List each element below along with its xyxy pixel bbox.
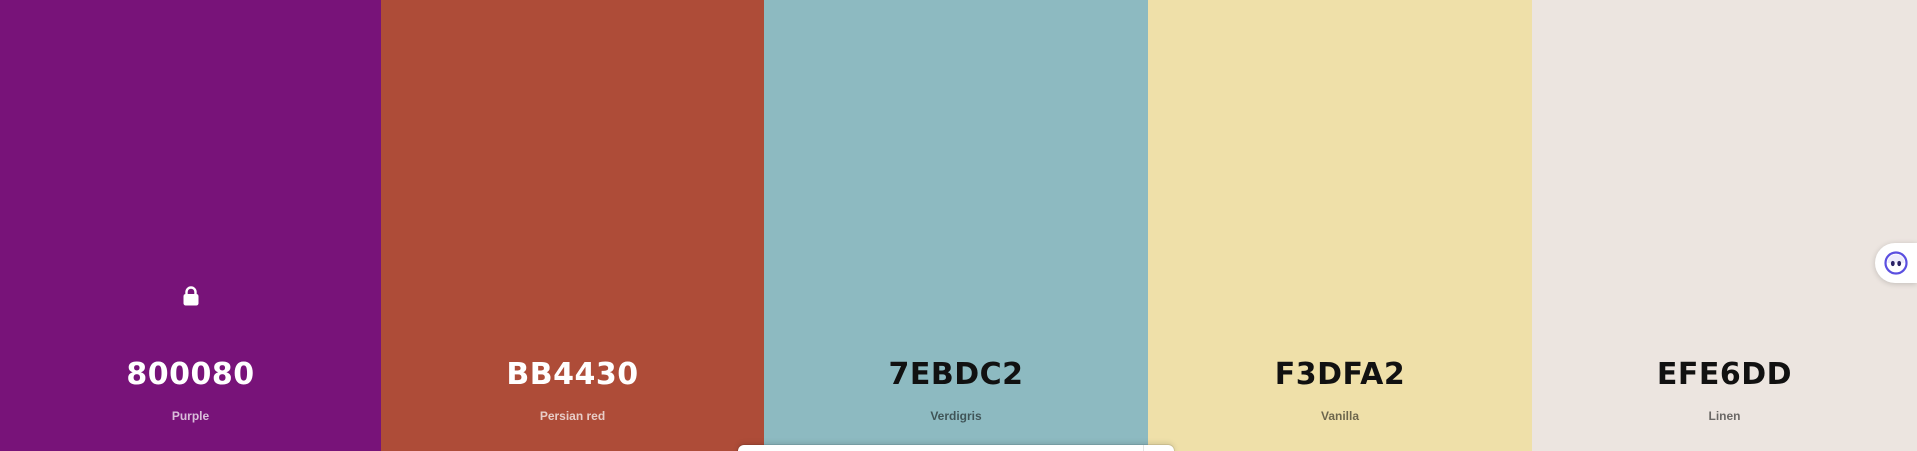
color-name[interactable]: Persian red bbox=[381, 408, 764, 424]
color-hex[interactable]: EFE6DD bbox=[1532, 353, 1917, 397]
lock-icon[interactable] bbox=[179, 284, 203, 308]
swatch-verdigris[interactable]: 7EBDC2 Verdigris bbox=[764, 0, 1148, 451]
color-hex[interactable]: 7EBDC2 bbox=[764, 353, 1148, 397]
color-name[interactable]: Linen bbox=[1532, 408, 1917, 424]
bottom-toolbar[interactable] bbox=[738, 445, 1174, 451]
color-name[interactable]: Verdigris bbox=[764, 408, 1148, 424]
color-hex[interactable]: F3DFA2 bbox=[1148, 353, 1532, 397]
swatch-purple[interactable]: 800080 Purple bbox=[0, 0, 381, 451]
swatch-linen[interactable]: EFE6DD Linen bbox=[1532, 0, 1917, 451]
toolbar-divider bbox=[1143, 445, 1144, 451]
swatch-vanilla[interactable]: F3DFA2 Vanilla bbox=[1148, 0, 1532, 451]
color-name[interactable]: Vanilla bbox=[1148, 408, 1532, 424]
color-hex[interactable]: 800080 bbox=[0, 353, 381, 397]
color-name[interactable]: Purple bbox=[0, 408, 381, 424]
color-hex[interactable]: BB4430 bbox=[381, 353, 764, 397]
assistant-widget-button[interactable] bbox=[1875, 243, 1917, 283]
assistant-face-icon bbox=[1884, 251, 1908, 275]
palette: 800080 Purple BB4430 Persian red 7EBDC2 … bbox=[0, 0, 1917, 451]
swatch-persian-red[interactable]: BB4430 Persian red bbox=[381, 0, 764, 451]
